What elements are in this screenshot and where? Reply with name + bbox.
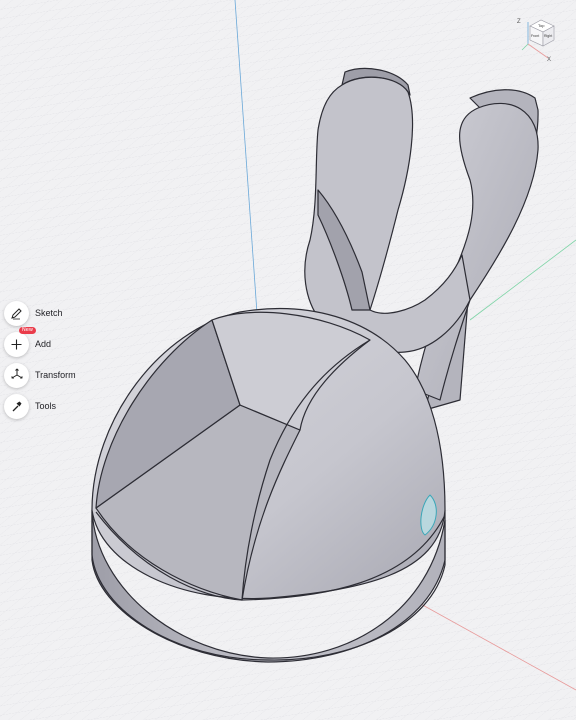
transform-button[interactable]: Transform (4, 362, 76, 388)
viewcube-top-label: Top (538, 23, 545, 28)
add-label: Add (35, 339, 52, 349)
sketch-label: Sketch (35, 308, 63, 318)
new-badge: New (19, 326, 36, 334)
sketch-button[interactable]: Sketch (4, 300, 63, 326)
viewport-canvas[interactable] (0, 0, 576, 720)
wrench-hammer-icon (4, 393, 29, 419)
viewcube-right-label: Right (544, 34, 552, 38)
plus-icon: New (4, 326, 36, 357)
view-cube[interactable]: Z X Top Front Right (512, 14, 560, 63)
viewcube-z-label: Z (517, 19, 521, 25)
viewcube-x-label: X (547, 57, 551, 62)
tools-button[interactable]: Tools (4, 393, 56, 419)
viewcube-y-axis (521, 43, 529, 51)
pen-icon (4, 300, 29, 326)
3d-viewport[interactable] (0, 0, 576, 720)
tools-label: Tools (35, 401, 57, 411)
viewcube-x-axis (527, 43, 549, 59)
add-button[interactable]: New Add (4, 326, 52, 357)
viewcube-front-label: Front (531, 34, 539, 38)
transform-arrows-icon (4, 362, 29, 388)
transform-label: Transform (35, 370, 76, 380)
